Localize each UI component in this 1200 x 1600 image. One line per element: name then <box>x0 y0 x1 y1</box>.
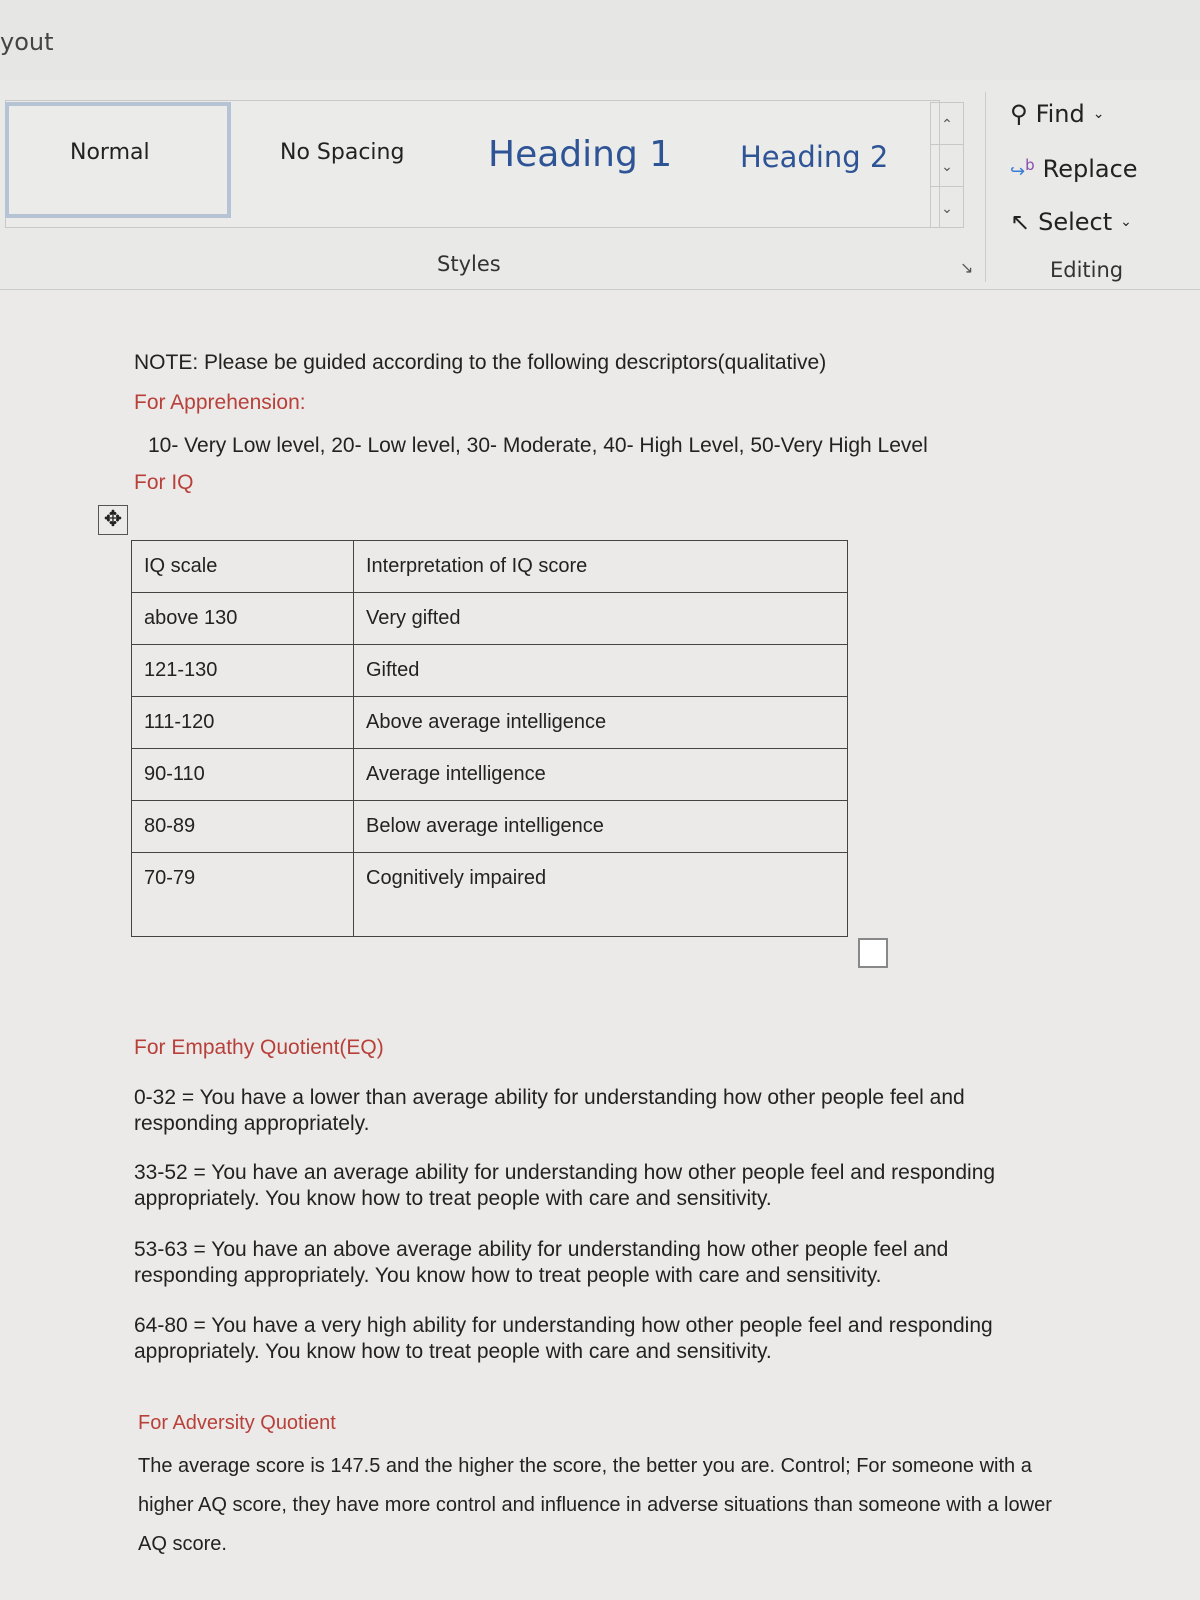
cell: 111-120 <box>131 696 354 749</box>
aq-text: The average score is 147.5 and the highe… <box>138 1455 1052 1555</box>
table-row: above 130 Very gifted <box>131 592 848 645</box>
table-resize-handle[interactable] <box>858 938 888 968</box>
styles-scroll[interactable]: ⌃ ⌄ ⌄ <box>930 102 964 228</box>
divider <box>985 92 986 282</box>
aq-heading: For Adversity Quotient <box>138 1412 336 1434</box>
header-cell: IQ scale <box>131 540 354 593</box>
search-icon: ⚲ <box>1010 100 1028 128</box>
eq-heading: For Empathy Quotient(EQ) <box>134 1036 384 1059</box>
cell: Cognitively impaired <box>353 852 848 937</box>
replace-button[interactable]: ↪b Replace <box>1010 155 1138 183</box>
replace-icon: ↪b <box>1010 156 1035 182</box>
cell: Average intelligence <box>353 748 848 801</box>
scroll-up-icon[interactable]: ⌃ <box>931 103 963 145</box>
cell: Below average intelligence <box>353 800 848 853</box>
cell: 121-130 <box>131 644 354 697</box>
cell: Gifted <box>353 644 848 697</box>
apprehension-heading: For Apprehension: <box>134 391 306 414</box>
table-header-row: IQ scale Interpretation of IQ score <box>131 540 848 593</box>
cell: Very gifted <box>353 592 848 645</box>
header-cell: Interpretation of IQ score <box>353 540 848 593</box>
more-styles-icon[interactable]: ⌄ <box>931 187 963 229</box>
replace-label: Replace <box>1042 155 1138 183</box>
table-row: 70-79 Cognitively impaired <box>131 852 848 937</box>
table-row: 80-89 Below average intelligence <box>131 800 848 853</box>
eq-item: 53-63 = You have an above average abilit… <box>134 1238 949 1287</box>
cell: 80-89 <box>131 800 354 853</box>
style-heading-1[interactable]: Heading 1 <box>488 134 672 175</box>
table-row: 121-130 Gifted <box>131 644 848 697</box>
table-move-handle-icon[interactable]: ✥ <box>98 505 128 535</box>
table-row: 111-120 Above average intelligence <box>131 696 848 749</box>
layout-tab[interactable]: yout <box>0 28 54 56</box>
cell: Above average intelligence <box>353 696 848 749</box>
cursor-icon: ↖ <box>1010 208 1031 236</box>
chevron-down-icon: ⌄ <box>1120 214 1132 230</box>
cell: 70-79 <box>131 852 354 937</box>
select-label: Select <box>1038 208 1113 236</box>
cell: above 130 <box>131 592 354 645</box>
find-label: Find <box>1035 100 1085 128</box>
note-text: NOTE: Please be guided according to the … <box>134 351 827 374</box>
chevron-down-icon: ⌄ <box>1092 106 1105 122</box>
table-row: 90-110 Average intelligence <box>131 748 848 801</box>
apprehension-levels: 10- Very Low level, 20- Low level, 30- M… <box>148 434 928 457</box>
select-button[interactable]: ↖ Select ⌄ <box>1010 208 1132 236</box>
find-button[interactable]: ⚲ Find ⌄ <box>1010 100 1104 128</box>
dialog-launcher-icon[interactable]: ↘ <box>960 258 973 278</box>
editing-group-label: Editing <box>1050 258 1124 282</box>
iq-table: IQ scale Interpretation of IQ score above… <box>131 540 848 937</box>
eq-item: 33-52 = You have an average ability for … <box>134 1161 996 1210</box>
cell: 90-110 <box>131 748 354 801</box>
iq-heading: For IQ <box>134 471 194 494</box>
styles-group-label: Styles <box>437 252 501 276</box>
scroll-down-icon[interactable]: ⌄ <box>931 145 963 187</box>
style-no-spacing[interactable]: No Spacing <box>280 140 404 165</box>
style-normal[interactable]: Normal <box>70 140 150 165</box>
eq-item: 0-32 = You have a lower than average abi… <box>134 1086 965 1135</box>
style-heading-2[interactable]: Heading 2 <box>740 140 888 174</box>
eq-item: 64-80 = You have a very high ability for… <box>134 1314 993 1363</box>
